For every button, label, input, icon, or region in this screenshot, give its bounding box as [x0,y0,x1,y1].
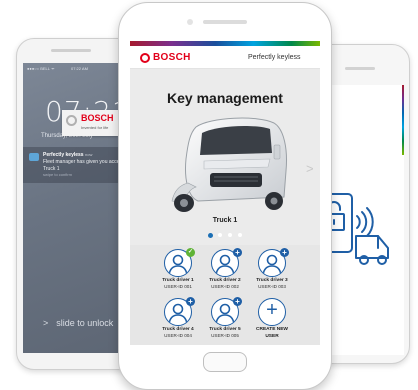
add-badge-icon[interactable]: + [233,248,242,257]
brand-color-strip [402,85,404,155]
home-button[interactable] [203,352,247,372]
add-badge-icon[interactable]: + [186,297,195,306]
add-badge-icon[interactable]: + [233,297,242,306]
create-user-label: USER [265,333,279,339]
status-time: 07:22 AM [71,66,88,71]
create-user-label: CREATE NEW [256,327,288,332]
create-new-user-button[interactable]: + CREATE NEW USER [242,298,302,339]
slide-to-unlock-label: slide to unlock [56,318,114,328]
key-management-panel: Key management > Truck 1 ✓ Truck driver … [130,69,320,345]
carousel-pagination[interactable] [204,231,248,239]
bosch-logo-word: BOSCH [153,52,191,63]
phone-speaker [345,67,375,70]
bosch-tagline: Invented for life [81,125,109,130]
check-badge-icon[interactable]: ✓ [186,248,195,257]
slide-to-unlock[interactable]: > slide to unlock [43,318,113,328]
notification-action: swipe to confirm [43,172,72,177]
bosch-logo-word: BOSCH [81,113,114,123]
plus-icon: + [258,298,286,326]
bosch-logo: BOSCH Invented for life [62,110,118,136]
app-header: BOSCH Perfectly keyless [130,46,320,69]
status-carrier: ●●●○○ BELL ᯤ [27,66,55,71]
carousel-dot[interactable] [208,232,213,238]
carousel-dot[interactable] [228,233,232,237]
bosch-ring-icon [66,115,77,126]
app-name: Perfectly keyless [248,54,301,61]
phone-speaker [203,20,247,24]
phone-speaker [51,49,91,52]
phone-camera [187,19,193,25]
notification-time: now [85,152,93,157]
user-grid: ✓ Truck driver 1 USER-ID 001 + Truck driver … [130,245,320,345]
truck-image[interactable] [158,109,298,217]
carousel-dot[interactable] [218,233,222,237]
user-card[interactable]: + Truck driver 3 USER-ID 003 [242,248,302,289]
page-title: Key management [167,90,283,106]
chevron-right-icon: > [43,318,49,328]
app-screen: BOSCH Perfectly keyless Key management >… [130,41,320,345]
carousel-dot[interactable] [238,233,242,237]
truck-name: Truck 1 [212,217,238,224]
carousel-next-arrow[interactable]: > [306,161,314,176]
center-phone: BOSCH Perfectly keyless Key management >… [118,2,332,390]
app-icon [29,153,39,161]
add-badge-icon[interactable]: + [280,248,289,257]
notification-app: Perfectly keyless [43,152,84,158]
user-id: USER-ID 003 [258,283,286,289]
bosch-ring-icon [140,53,150,63]
